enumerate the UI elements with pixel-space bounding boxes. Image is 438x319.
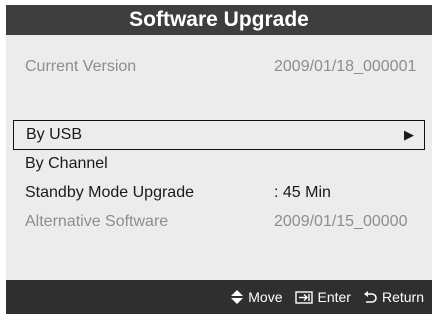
enter-icon	[294, 290, 313, 304]
alternative-software-label: Alternative Software	[25, 213, 169, 230]
up-down-arrow-icon	[231, 290, 244, 304]
enter-label: Enter	[317, 289, 351, 305]
standby-mode-upgrade-label: Standby Mode Upgrade	[25, 184, 194, 201]
alternative-software-menu-item: Alternative Software 2009/01/15_00000	[6, 208, 432, 236]
return-icon	[363, 290, 377, 304]
current-version-row: Current Version 2009/01/18_000001	[6, 53, 432, 81]
enter-hint: Enter	[294, 289, 351, 305]
return-label: Return	[381, 289, 424, 305]
standby-mode-upgrade-menu-item[interactable]: Standby Mode Upgrade : 45 Min	[6, 179, 432, 207]
alternative-software-value: 2009/01/15_00000	[274, 213, 408, 230]
return-hint: Return	[363, 289, 424, 305]
standby-mode-upgrade-value: : 45 Min	[274, 184, 331, 201]
move-hint: Move	[231, 289, 283, 305]
right-arrow-icon: ▶	[404, 127, 414, 142]
by-channel-label: By Channel	[25, 155, 108, 172]
by-usb-label: By USB	[26, 126, 83, 143]
by-usb-menu-item[interactable]: By USB ▶	[13, 120, 425, 150]
move-label: Move	[248, 289, 283, 305]
dialog-title: Software Upgrade	[6, 5, 432, 35]
current-version-label: Current Version	[25, 58, 137, 75]
by-channel-menu-item[interactable]: By Channel	[6, 150, 432, 178]
footer-hint-bar: Move Enter Return	[6, 280, 432, 314]
current-version-value: 2009/01/18_000001	[274, 58, 417, 75]
software-upgrade-dialog: Software Upgrade Current Version 2009/01…	[0, 0, 438, 319]
